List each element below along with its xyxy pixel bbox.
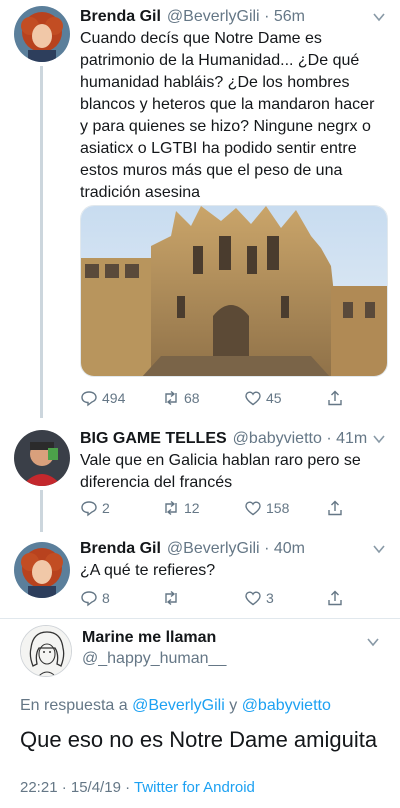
display-name[interactable]: Brenda Gil xyxy=(80,8,161,25)
heart-icon xyxy=(245,591,261,606)
reply-button[interactable]: 494 xyxy=(80,388,125,408)
chevron-down-icon[interactable] xyxy=(372,542,386,556)
heart-icon xyxy=(245,501,261,516)
timestamp[interactable]: 40m xyxy=(274,540,305,557)
source-link[interactable]: Twitter for Android xyxy=(134,779,255,796)
timestamp[interactable]: 41m xyxy=(336,430,367,447)
reply-count: 8 xyxy=(102,590,110,606)
tweet-header: Brenda Gil @BeverlyGili · 56m xyxy=(80,6,305,28)
tweet-image[interactable] xyxy=(80,205,388,377)
share-button[interactable] xyxy=(326,498,348,518)
share-icon xyxy=(328,500,342,516)
display-name[interactable]: BIG GAME TELLES xyxy=(80,430,227,447)
avatar[interactable] xyxy=(20,625,72,677)
user-handle[interactable]: @BeverlyGili xyxy=(167,540,260,557)
separator-dot: · xyxy=(264,8,270,25)
user-handle[interactable]: @babyvietto xyxy=(233,430,322,447)
tweet-header: BIG GAME TELLES @babyvietto · 41m xyxy=(80,428,367,450)
thread-line xyxy=(40,490,43,532)
share-button[interactable] xyxy=(326,388,348,408)
reply-button[interactable]: 2 xyxy=(80,498,110,518)
tweet-text: ¿A qué te refieres? xyxy=(80,562,216,579)
display-name[interactable]: Marine me llaman xyxy=(82,629,216,647)
retweet-button[interactable]: 68 xyxy=(162,388,200,408)
tweet-header: Brenda Gil @BeverlyGili · 40m xyxy=(80,538,305,560)
tweet-1[interactable]: Brenda Gil @BeverlyGili · 56m Cuando decí… xyxy=(0,0,400,418)
chevron-down-icon[interactable] xyxy=(366,635,380,649)
retweet-icon xyxy=(165,390,177,406)
display-name[interactable]: Brenda Gil xyxy=(80,540,161,557)
reply-user-link[interactable]: @babyvietto xyxy=(242,697,331,714)
reply-count: 2 xyxy=(102,500,110,516)
share-button[interactable] xyxy=(326,588,348,608)
retweet-button[interactable] xyxy=(162,588,184,608)
reply-count: 494 xyxy=(102,390,126,406)
timestamp[interactable]: 56m xyxy=(274,8,305,25)
tweet-3[interactable]: Brenda Gil @BeverlyGili · 40m ¿A qué te r… xyxy=(0,532,400,618)
reply-icon xyxy=(81,591,97,607)
separator-dot: · xyxy=(326,430,332,447)
reply-context: En respuesta a @BeverlyGili y @babyviett… xyxy=(20,697,331,715)
like-count: 158 xyxy=(266,500,290,516)
heart-icon xyxy=(245,391,261,406)
tweet-date: 22:21 · 15/4/19 · xyxy=(20,779,131,796)
user-handle[interactable]: @BeverlyGili xyxy=(167,8,260,25)
tweet-2[interactable]: BIG GAME TELLES @babyvietto · 41m Vale qu… xyxy=(0,418,400,532)
avatar[interactable] xyxy=(14,430,70,486)
avatar[interactable] xyxy=(14,6,70,62)
user-handle[interactable]: @_happy_human__ xyxy=(82,650,226,668)
chevron-down-icon[interactable] xyxy=(372,10,386,24)
tweet-actions: 8 3 xyxy=(80,588,388,608)
main-tweet: Marine me llaman @_happy_human__ En resp… xyxy=(0,619,400,808)
retweet-count: 68 xyxy=(184,390,200,406)
tweet-actions: 2 12 158 xyxy=(80,498,388,518)
retweet-icon xyxy=(165,590,177,606)
reply-and: y xyxy=(229,697,238,714)
thread-line xyxy=(40,66,43,418)
tweet-actions: 494 68 45 xyxy=(80,388,388,408)
like-button[interactable]: 45 xyxy=(244,388,282,408)
tweet-text: Que eso no es Notre Dame amiguita xyxy=(20,727,378,752)
share-icon xyxy=(328,390,342,406)
share-icon xyxy=(328,590,342,606)
like-button[interactable]: 158 xyxy=(244,498,289,518)
reply-button[interactable]: 8 xyxy=(80,588,110,608)
retweet-count: 12 xyxy=(184,500,200,516)
tweet-text: Cuando decís que Notre Dame es patrimoni… xyxy=(80,30,375,201)
tweet-meta: 22:21 · 15/4/19 · Twitter for Android xyxy=(20,779,255,796)
avatar[interactable] xyxy=(14,542,70,598)
separator-dot: · xyxy=(264,540,270,557)
reply-prefix: En respuesta a xyxy=(20,697,128,714)
tweet-text: Vale que en Galicia hablan raro pero se … xyxy=(80,452,361,491)
chevron-down-icon[interactable] xyxy=(372,432,386,446)
reply-icon xyxy=(81,391,97,407)
retweet-button[interactable]: 12 xyxy=(162,498,200,518)
cathedral-image xyxy=(81,206,387,376)
reply-user-link[interactable]: @BeverlyGili xyxy=(132,697,225,714)
reply-icon xyxy=(81,501,97,517)
like-button[interactable]: 3 xyxy=(244,588,274,608)
like-count: 3 xyxy=(266,590,274,606)
retweet-icon xyxy=(165,500,177,516)
like-count: 45 xyxy=(266,390,282,406)
